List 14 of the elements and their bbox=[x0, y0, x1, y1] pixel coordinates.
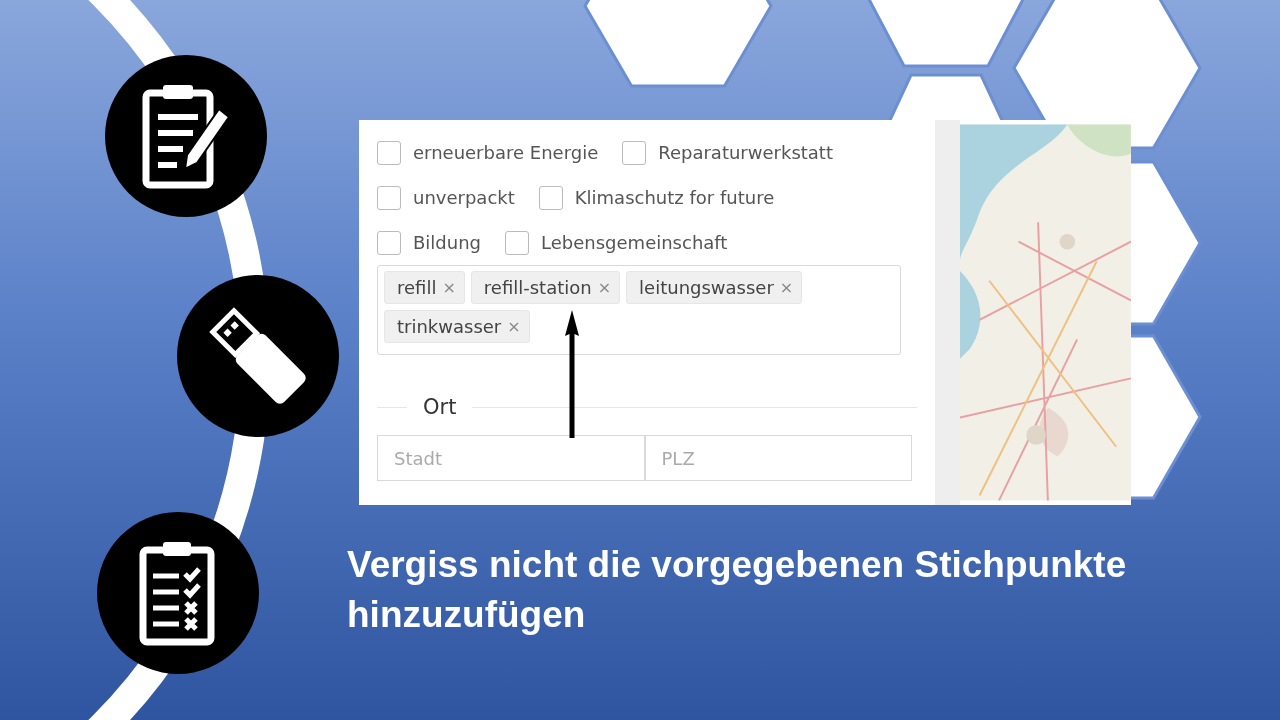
checkbox-option[interactable]: Reparaturwerkstatt bbox=[622, 140, 833, 165]
tag-label: refill-station bbox=[483, 277, 592, 298]
checkbox-option[interactable]: Klimaschutz for future bbox=[538, 185, 775, 210]
checkbox-option[interactable]: Bildung bbox=[377, 230, 482, 255]
caption: Vergiss nicht die vorgegebenen Stichpunkte hinzuzufügen bbox=[347, 543, 1128, 637]
tag-label: leitungswasser bbox=[639, 277, 774, 298]
checkbox-option[interactable]: unverpackt bbox=[377, 185, 515, 210]
checkbox-option[interactable]: erneuerbare Energie bbox=[377, 140, 599, 165]
input-field[interactable]: Stadt bbox=[377, 435, 645, 481]
tag-label: refill bbox=[397, 277, 437, 298]
input-field[interactable]: PLZ bbox=[644, 435, 912, 481]
checkbox-option[interactable]: Lebensgemeinschaft bbox=[505, 230, 728, 255]
section-title: Ort bbox=[423, 395, 457, 419]
tag-label: trinkwasser bbox=[397, 316, 502, 337]
